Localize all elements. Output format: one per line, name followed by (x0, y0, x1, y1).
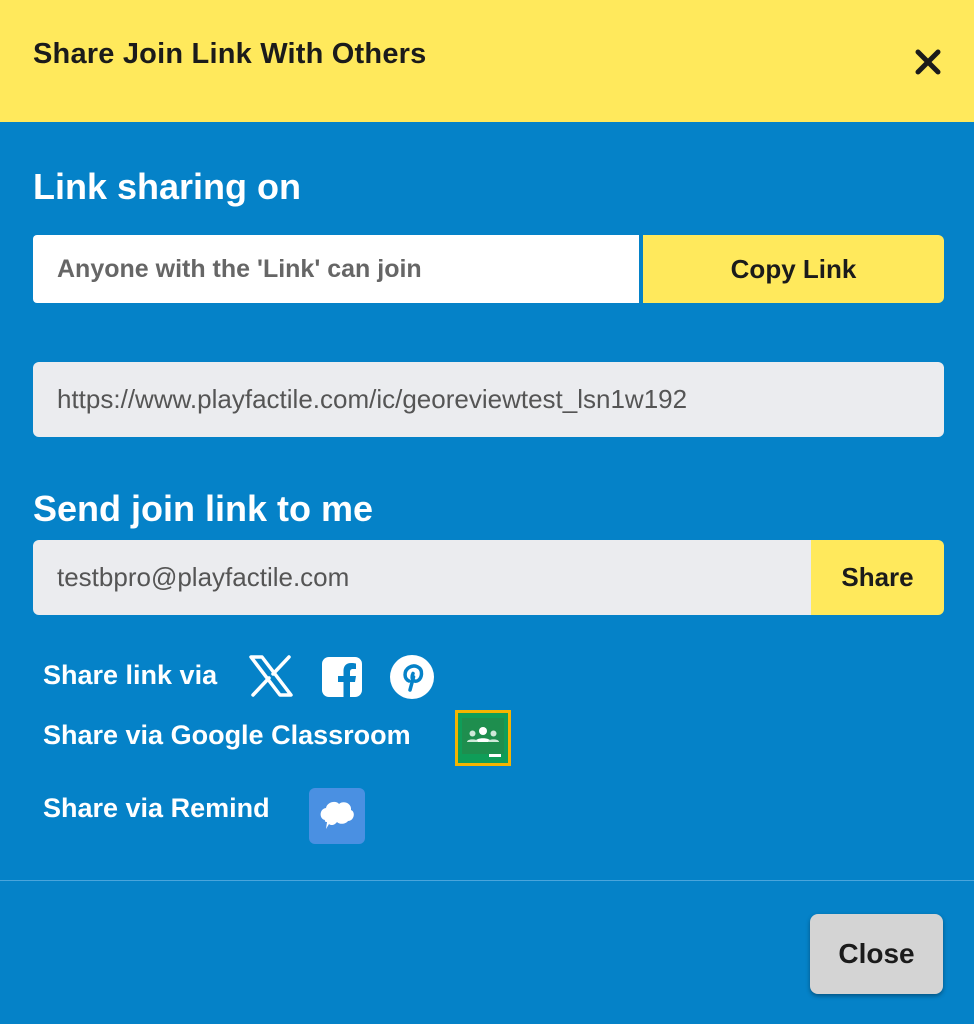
pinterest-icon[interactable] (389, 654, 435, 700)
close-icon-graphic (915, 49, 941, 75)
x-logo-graphic (249, 655, 293, 697)
share-via-classroom-label: Share via Google Classroom (43, 720, 411, 750)
copy-link-button[interactable]: Copy Link (643, 235, 944, 303)
modal-title: Share Join Link With Others (33, 38, 427, 70)
close-icon[interactable] (910, 44, 946, 80)
google-classroom-logo-graphic (455, 710, 511, 766)
footer-divider (0, 880, 974, 881)
remind-icon[interactable] (309, 788, 365, 844)
share-link-via-label: Share link via (43, 660, 218, 690)
remind-logo-graphic (309, 788, 365, 844)
share-button[interactable]: Share (811, 540, 944, 615)
link-status-row: Anyone with the 'Link' can join Copy Lin… (33, 235, 944, 303)
share-via-remind-label: Share via Remind (43, 793, 270, 823)
link-sharing-heading: Link sharing on (33, 166, 302, 207)
email-input[interactable] (33, 540, 811, 615)
facebook-logo-graphic (322, 657, 362, 698)
join-url-field[interactable]: https://www.playfactile.com/ic/georeview… (33, 362, 944, 437)
pinterest-logo-graphic (390, 655, 434, 699)
link-access-status: Anyone with the 'Link' can join (33, 235, 639, 303)
share-join-link-modal: Share Join Link With Others Link sharing… (0, 0, 974, 1024)
x-icon[interactable] (249, 655, 293, 697)
google-classroom-icon[interactable] (455, 710, 511, 766)
send-link-heading: Send join link to me (33, 488, 374, 529)
facebook-icon[interactable] (321, 656, 363, 698)
modal-header: Share Join Link With Others (0, 0, 974, 122)
email-share-row: Share (33, 540, 944, 615)
close-button[interactable]: Close (810, 914, 943, 994)
